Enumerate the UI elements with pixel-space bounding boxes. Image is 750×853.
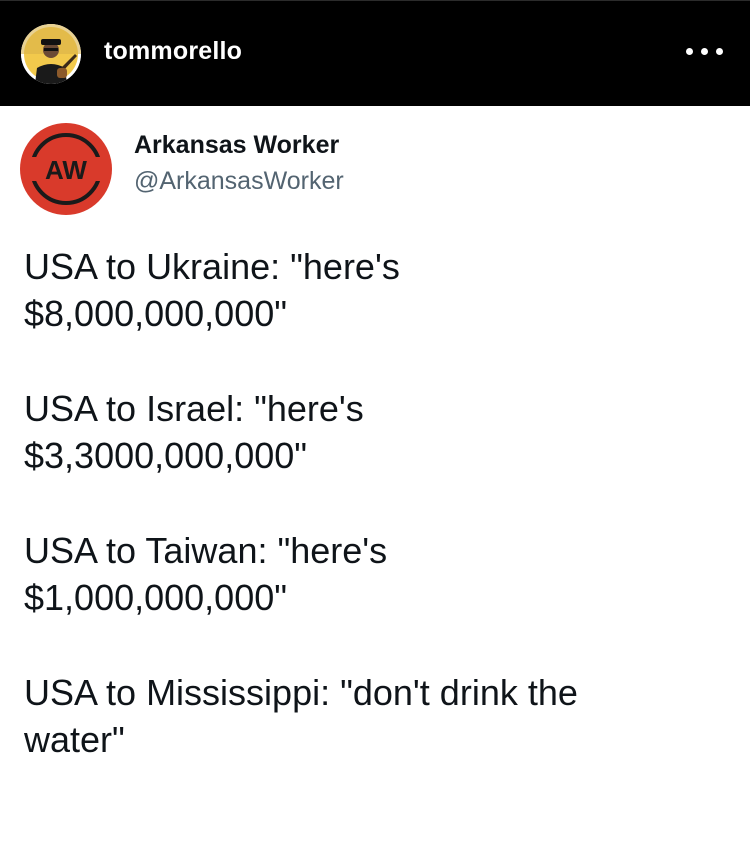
- tweet-line: water": [24, 719, 125, 760]
- tweet-screenshot: AW Arkansas Worker @ArkansasWorker USA t…: [0, 106, 750, 853]
- tweet-paragraph: USA to Israel: "here's $3,3000,000,000": [24, 385, 734, 479]
- tweet-line: $1,000,000,000": [24, 577, 288, 618]
- profile-avatar[interactable]: [21, 24, 81, 84]
- tweet-paragraph: USA to Ukraine: "here's $8,000,000,000": [24, 243, 734, 337]
- tweet-line: USA to Ukraine: "here's: [24, 246, 400, 287]
- tweet-body: USA to Ukraine: "here's $8,000,000,000" …: [24, 243, 734, 811]
- tweet-paragraph: USA to Mississippi: "don't drink the wat…: [24, 669, 734, 763]
- tweet-line: $3,3000,000,000": [24, 435, 308, 476]
- tweet-line: USA to Mississippi: "don't drink the: [24, 672, 578, 713]
- author-name[interactable]: Arkansas Worker: [134, 130, 339, 160]
- logo-text: AW: [45, 155, 87, 185]
- tweet-line: $8,000,000,000": [24, 293, 288, 334]
- author-handle[interactable]: @ArkansasWorker: [134, 166, 344, 196]
- tweet-paragraph: USA to Taiwan: "here's $1,000,000,000": [24, 527, 734, 621]
- arkansas-worker-logo: AW: [20, 123, 112, 215]
- more-options-icon[interactable]: [684, 39, 726, 63]
- tweet-line: USA to Israel: "here's: [24, 388, 364, 429]
- instagram-username[interactable]: tommorello: [104, 35, 242, 67]
- instagram-post-header: tommorello: [0, 0, 750, 106]
- tweet-line: USA to Taiwan: "here's: [24, 530, 388, 571]
